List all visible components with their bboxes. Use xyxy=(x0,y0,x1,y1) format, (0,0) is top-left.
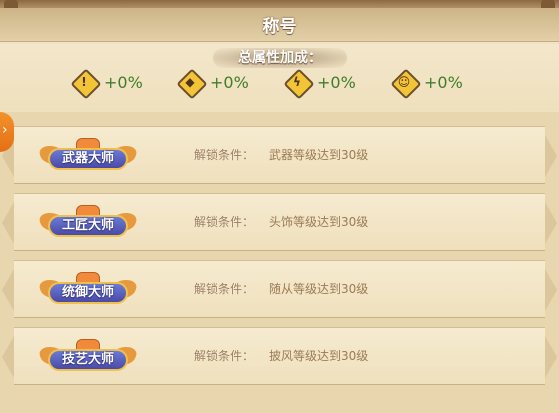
badge-label: 工匠大师 xyxy=(61,218,114,233)
stat-defense: ◆ +0% xyxy=(178,70,249,94)
row-edge-left xyxy=(2,202,14,244)
condition-text: 随从等级达到30级 xyxy=(269,282,369,296)
title-row-command-master[interactable]: 统御大师 解锁条件： 随从等级达到30级 xyxy=(2,260,557,318)
lightning-icon: ϟ xyxy=(285,70,309,94)
stats-title: 总属性加成： xyxy=(238,50,322,66)
defense-icon: ◆ xyxy=(178,70,202,94)
title-row-weapon-master[interactable]: 武器大师 解锁条件： 武器等级达到30级 xyxy=(2,126,557,184)
panel-title: 称号 xyxy=(262,17,297,37)
condition-text: 武器等级达到30级 xyxy=(269,148,369,162)
row-edge-right xyxy=(545,135,557,177)
badge-label: 武器大师 xyxy=(61,151,114,166)
row-edge-left xyxy=(2,336,14,378)
stat-pet: ☺ +0% xyxy=(392,70,463,94)
title-row-craftsman-master[interactable]: 工匠大师 解锁条件： 头饰等级达到30级 xyxy=(2,193,557,251)
stat-lightning-value: +0% xyxy=(317,72,356,92)
condition-label: 解锁条件： xyxy=(194,282,255,296)
stat-defense-value: +0% xyxy=(210,72,249,92)
condition-label: 解锁条件： xyxy=(194,349,255,363)
weapon-master-badge: 武器大师 xyxy=(36,138,140,174)
row-edge-right xyxy=(545,336,557,378)
command-master-badge: 统御大师 xyxy=(36,272,140,308)
title-panel: 称号 总属性加成： ! +0% ◆ +0% ϟ +0% ☺ +0% 武器大师 解… xyxy=(0,0,559,413)
badge-label: 统御大师 xyxy=(61,285,114,300)
condition-label: 解锁条件： xyxy=(194,215,255,229)
craftsman-master-badge: 工匠大师 xyxy=(36,205,140,241)
pet-face-icon: ☺ xyxy=(392,70,416,94)
badge-label: 技艺大师 xyxy=(61,352,114,367)
attack-icon: ! xyxy=(72,70,96,94)
row-edge-right xyxy=(545,202,557,244)
chevron-right-icon: › xyxy=(2,122,8,138)
row-edge-left xyxy=(2,269,14,311)
title-row-skill-master[interactable]: 技艺大师 解锁条件： 披风等级达到30级 xyxy=(2,327,557,385)
stat-attack-value: +0% xyxy=(104,72,143,92)
row-edge-right xyxy=(545,269,557,311)
skill-master-badge: 技艺大师 xyxy=(36,339,140,375)
condition-text: 头饰等级达到30级 xyxy=(269,215,369,229)
stat-pet-value: +0% xyxy=(424,72,463,92)
panel-frame-top xyxy=(0,0,559,8)
stat-lightning: ϟ +0% xyxy=(285,70,356,94)
condition-label: 解锁条件： xyxy=(194,148,255,162)
stat-attack: ! +0% xyxy=(72,70,143,94)
condition-text: 披风等级达到30级 xyxy=(269,349,369,363)
